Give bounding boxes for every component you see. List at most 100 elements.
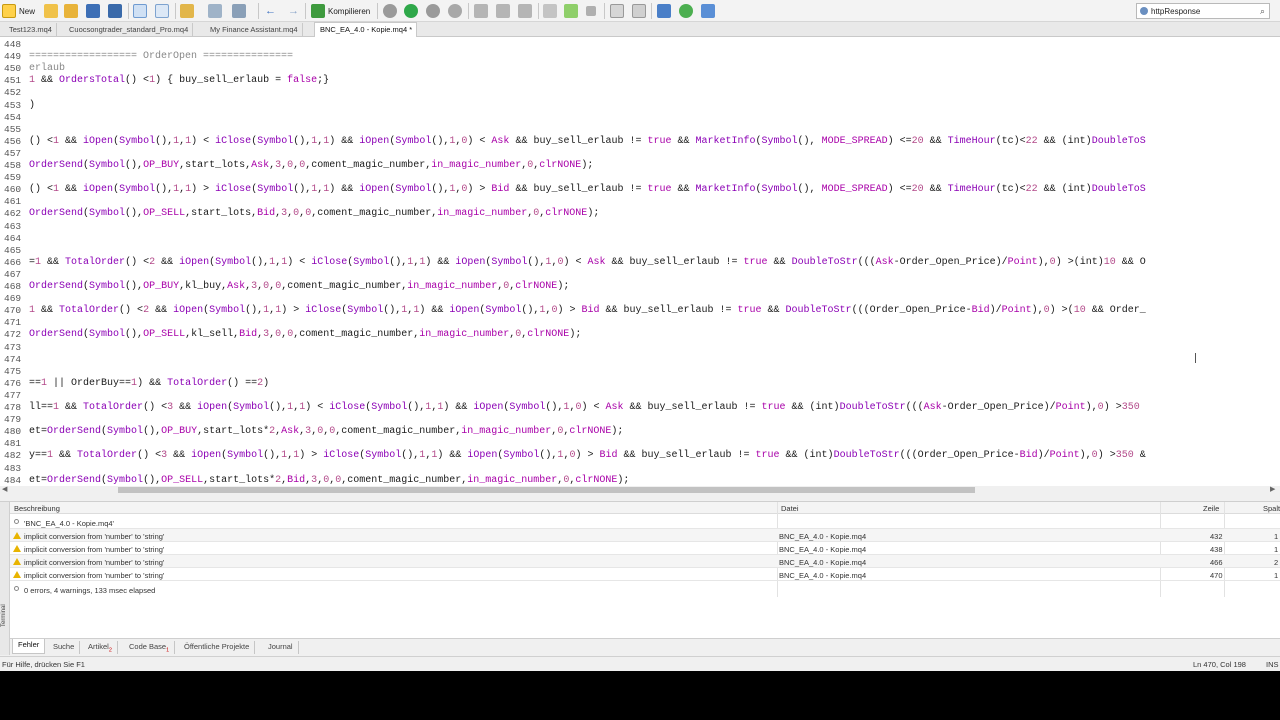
paste-button[interactable] <box>632 3 646 19</box>
code-line[interactable]: 455 <box>0 124 1280 136</box>
code-line[interactable]: 452 <box>0 87 1280 99</box>
code-line[interactable]: 463 <box>0 221 1280 233</box>
code-line[interactable]: 457 <box>0 148 1280 160</box>
search-icon[interactable]: ⌕ <box>1260 6 1265 17</box>
code-line[interactable]: 473 <box>0 342 1280 354</box>
code-line[interactable]: 476 ==1 || OrderBuy==1) && TotalOrder() =… <box>0 378 1280 390</box>
table-row[interactable]: implicit conversion from 'number' to 'st… <box>10 542 1280 555</box>
code-editor[interactable]: 448 449 ================== OrderOpen =====… <box>0 37 1280 486</box>
toolbox-toggle-button[interactable] <box>155 3 169 19</box>
forward-button[interactable]: → <box>288 3 299 19</box>
save-button[interactable] <box>86 3 100 19</box>
code-line[interactable]: 484 et=OrderSend(Symbol(),OP_SELL,start_l… <box>0 475 1280 486</box>
window-button[interactable] <box>701 3 715 19</box>
code-line[interactable]: 469 <box>0 293 1280 305</box>
refresh-button[interactable] <box>679 3 693 19</box>
code-line[interactable]: 454 <box>0 112 1280 124</box>
code-line[interactable]: 464 <box>0 233 1280 245</box>
pencil-icon <box>657 4 671 18</box>
code-line[interactable]: 462 OrderSend(Symbol(),OP_SELL,start_lots… <box>0 208 1280 220</box>
column-header-description[interactable]: Beschreibung <box>14 504 60 513</box>
toggle-breakpoint-button[interactable] <box>543 3 557 19</box>
edit-button[interactable] <box>657 3 671 19</box>
file-group-row[interactable]: 'BNC_EA_4.0 - Kopie.mq4' <box>10 516 1280 529</box>
table-row[interactable]: implicit conversion from 'number' to 'st… <box>10 529 1280 542</box>
tab-code-base[interactable]: Code Base1 <box>124 641 176 654</box>
code-line[interactable]: 458 OrderSend(Symbol(),OP_BUY,start_lots,… <box>0 160 1280 172</box>
search-scope-icon <box>1140 7 1148 15</box>
code-line[interactable]: 449 ================== OrderOpen ========… <box>0 51 1280 63</box>
table-row[interactable]: implicit conversion from 'number' to 'st… <box>10 555 1280 568</box>
code-line[interactable]: 474 <box>0 354 1280 366</box>
tab-fehler[interactable]: Fehler <box>12 639 46 654</box>
compile-button[interactable]: Kompilieren <box>311 3 370 19</box>
info-icon <box>14 586 19 591</box>
tab-test123[interactable]: Test123.mq4 <box>4 23 57 37</box>
code-line[interactable]: 483 <box>0 463 1280 475</box>
search-box[interactable]: ⌕ <box>1136 3 1270 19</box>
step-into-button[interactable] <box>474 3 488 19</box>
code-line[interactable]: 481 <box>0 438 1280 450</box>
tab-my-finance-assistant[interactable]: My Finance Assistant.mq4 <box>205 23 303 37</box>
open-folder-button[interactable] <box>64 3 78 19</box>
code-line[interactable]: 468 OrderSend(Symbol(),OP_BUY,kl_buy,Ask,… <box>0 281 1280 293</box>
stop-debug-button[interactable] <box>586 3 596 19</box>
code-line[interactable]: 465 <box>0 245 1280 257</box>
code-line[interactable]: 477 <box>0 390 1280 402</box>
new-button[interactable]: New <box>2 3 35 19</box>
tab-bnc-ea-kopie[interactable]: BNC_EA_4.0 - Kopie.mq4 * <box>314 22 418 37</box>
column-header-line[interactable]: Zeile <box>1203 504 1219 513</box>
scroll-right-icon[interactable]: ▶ <box>1270 486 1275 494</box>
table-row[interactable]: implicit conversion from 'number' to 'st… <box>10 568 1280 581</box>
start-debug-button[interactable] <box>404 3 418 19</box>
code-line[interactable]: 448 <box>0 39 1280 51</box>
code-line[interactable]: 466 =1 && TotalOrder() <2 && iOpen(Symbol… <box>0 257 1280 269</box>
navigator-toggle-button[interactable] <box>133 3 147 19</box>
code-line[interactable]: 472 OrderSend(Symbol(),OP_SELL,kl_sell,Bi… <box>0 329 1280 341</box>
styler-button[interactable] <box>180 3 194 19</box>
insert-var-button[interactable] <box>208 3 222 19</box>
tab-artikel[interactable]: Artikel2 <box>83 641 118 654</box>
code-line[interactable]: 460 () <1 && iOpen(Symbol(),1,1) > iClose… <box>0 184 1280 196</box>
column-header-column[interactable]: Spalte <box>1263 504 1280 513</box>
horizontal-scrollbar[interactable]: ◀ ▶ <box>0 486 1280 494</box>
tab-suche[interactable]: Suche <box>48 641 81 654</box>
stop-button[interactable] <box>448 3 462 19</box>
code-line[interactable]: 461 <box>0 196 1280 208</box>
code-line[interactable]: 450 erlaub <box>0 63 1280 75</box>
tab-cuocsongtrader[interactable]: Cuocsongtrader_standard_Pro.mq4 <box>64 23 194 37</box>
code-line[interactable]: 453) <box>0 100 1280 112</box>
insert-function-button[interactable] <box>232 3 246 19</box>
scrollbar-thumb[interactable] <box>118 487 975 493</box>
step-over-button[interactable] <box>496 3 510 19</box>
search-input[interactable] <box>1151 6 1251 16</box>
scroll-left-icon[interactable]: ◀ <box>2 486 7 494</box>
code-line[interactable]: 475 <box>0 366 1280 378</box>
save-all-button[interactable] <box>108 3 122 19</box>
debug-settings-button[interactable] <box>383 3 397 19</box>
back-button[interactable]: ← <box>265 3 276 19</box>
code-line[interactable]: 467 <box>0 269 1280 281</box>
pause-button[interactable] <box>426 3 440 19</box>
column-header-file[interactable]: Datei <box>781 504 799 513</box>
code-line[interactable]: 459 <box>0 172 1280 184</box>
code-line[interactable]: 478 ll==1 && TotalOrder() <3 && iOpen(Sym… <box>0 402 1280 414</box>
summary-row[interactable]: 0 errors, 4 warnings, 133 msec elapsed <box>10 583 1280 596</box>
code-line[interactable]: 482 y==1 && TotalOrder() <3 && iOpen(Symb… <box>0 450 1280 462</box>
pause-icon <box>426 4 440 18</box>
line-number: 449 <box>4 51 22 63</box>
code-line[interactable]: 451 1 && OrdersTotal() <1) { buy_sell_erl… <box>0 75 1280 87</box>
code-line[interactable]: 471 <box>0 317 1280 329</box>
row-line: 432 <box>1210 532 1223 541</box>
step-out-button[interactable] <box>518 3 532 19</box>
code-line[interactable]: 456 () <1 && iOpen(Symbol(),1,1) < iClose… <box>0 136 1280 148</box>
code-line[interactable]: 470 1 && TotalOrder() <2 && iOpen(Symbol(… <box>0 305 1280 317</box>
copy-button[interactable] <box>610 3 624 19</box>
code-line[interactable]: 480 et=OrderSend(Symbol(),OP_BUY,start_lo… <box>0 426 1280 438</box>
panel-splitter[interactable] <box>0 494 1280 502</box>
code-line[interactable]: 479 <box>0 414 1280 426</box>
tab-journal[interactable]: Journal <box>263 641 299 654</box>
tab-oeffentliche-projekte[interactable]: Öffentliche Projekte <box>179 641 256 654</box>
open-button[interactable] <box>44 3 58 19</box>
continue-button[interactable] <box>564 3 578 19</box>
